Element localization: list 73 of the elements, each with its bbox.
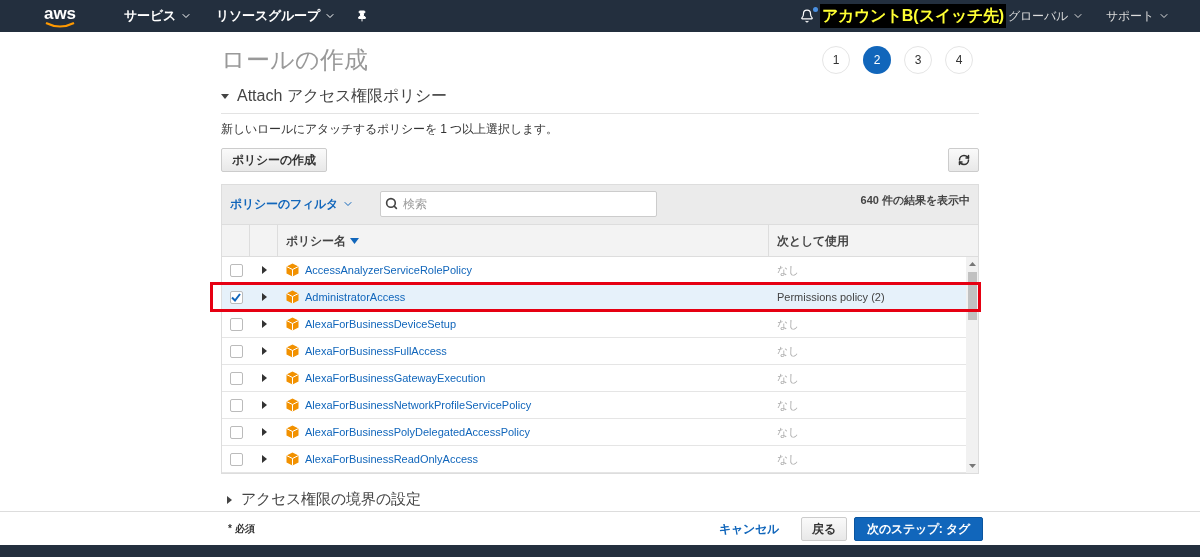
policy-link[interactable]: AlexaForBusinessFullAccess — [305, 343, 447, 360]
refresh-icon — [957, 153, 970, 166]
support-menu[interactable]: サポート — [1106, 7, 1170, 25]
cube-icon — [286, 452, 299, 467]
cube-icon — [286, 263, 299, 278]
expand-caret-icon[interactable] — [261, 293, 267, 302]
checkbox[interactable] — [229, 318, 243, 331]
policy-link[interactable]: AlexaForBusinessGatewayExecution — [305, 370, 486, 387]
bell-icon[interactable] — [799, 9, 814, 23]
column-header[interactable]: ポリシー名 — [278, 224, 769, 257]
table-cell-text: なし — [776, 317, 800, 333]
cube-icon — [286, 425, 299, 440]
checkbox[interactable] — [229, 399, 243, 412]
create-policy-button[interactable]: ポリシーの作成 — [221, 147, 327, 172]
policy-link[interactable]: AlexaForBusinessNetworkProfileServicePolicy — [305, 397, 532, 414]
pin-icon[interactable] — [356, 10, 368, 22]
account-name[interactable]: アカウントB(スイッチ先) — [819, 4, 1006, 28]
result-count: 640 件の結果を表示中 — [860, 193, 970, 209]
section-heading[interactable]: アクセス権限の境界の設定 — [241, 488, 421, 511]
cube-icon — [286, 371, 299, 386]
table-cell-text: なし — [776, 371, 800, 387]
policy-link[interactable]: AlexaForBusinessPolyDelegatedAccessPolicy — [305, 424, 530, 441]
required-note: * 必須 — [228, 522, 255, 536]
region-menu[interactable]: グローバル — [1008, 7, 1084, 25]
search-field[interactable]: 検索 — [380, 191, 657, 218]
table-cell-text: なし — [776, 398, 800, 414]
cube-icon — [286, 290, 299, 305]
expand-caret-icon[interactable] — [261, 428, 267, 437]
description: 新しいロールにアタッチするポリシーを 1 つ以上選択します。 — [221, 120, 560, 138]
expand-caret-icon[interactable] — [261, 455, 267, 464]
caret-icon[interactable] — [221, 91, 229, 100]
table-cell-text: なし — [776, 344, 800, 360]
cube-icon — [286, 344, 299, 359]
policy-link[interactable]: AdministratorAccess — [305, 289, 406, 306]
cube-icon — [286, 317, 299, 332]
refresh-button[interactable] — [948, 147, 979, 172]
back-button[interactable]: 戻る — [800, 516, 847, 541]
table-cell-text: なし — [776, 425, 800, 441]
nav-menu[interactable]: リソースグループ — [216, 6, 336, 26]
column-header[interactable]: 次として使用 — [769, 224, 978, 257]
scroll-up-icon[interactable] — [968, 262, 976, 267]
scrollbar-thumb[interactable] — [967, 272, 977, 321]
next-step-button[interactable]: 次のステップ: タグ — [853, 516, 983, 541]
expand-caret-icon[interactable] — [261, 401, 267, 410]
table-cell-text: なし — [776, 263, 800, 279]
table-cell-text: なし — [776, 452, 800, 468]
checkbox[interactable] — [229, 372, 243, 385]
search-icon — [385, 197, 398, 211]
expand-caret-icon[interactable] — [261, 347, 267, 356]
cube-icon — [286, 398, 299, 413]
nav-menu[interactable]: サービス — [124, 6, 192, 26]
expand-caret-icon[interactable] — [261, 374, 267, 383]
page-title: ロールの作成 — [221, 47, 368, 72]
checkbox[interactable] — [229, 426, 243, 439]
caret-icon[interactable] — [225, 495, 233, 504]
scroll-down-icon[interactable] — [968, 464, 976, 469]
policy-link[interactable]: AccessAnalyzerServiceRolePolicy — [305, 262, 472, 279]
checkbox[interactable] — [229, 291, 243, 304]
checkbox[interactable] — [229, 345, 243, 358]
cancel-link[interactable]: キャンセル — [718, 519, 779, 538]
sort-icon — [350, 237, 359, 244]
policy-link[interactable]: AlexaForBusinessReadOnlyAccess — [305, 451, 479, 468]
section-heading[interactable]: Attach アクセス権限ポリシー — [237, 83, 447, 108]
expand-caret-icon[interactable] — [261, 266, 267, 275]
policy-link[interactable]: AlexaForBusinessDeviceSetup — [305, 316, 457, 333]
step-indicator: 2 — [863, 45, 891, 74]
checkbox[interactable] — [229, 264, 243, 277]
filter-dropdown[interactable]: ポリシーのフィルタ — [230, 195, 354, 214]
logo[interactable]: aws — [43, 4, 77, 28]
expand-caret-icon[interactable] — [261, 320, 267, 329]
scrollbar[interactable] — [966, 257, 978, 474]
table-cell-text: Permissions policy (2) — [776, 290, 886, 306]
checkbox[interactable] — [229, 453, 243, 466]
